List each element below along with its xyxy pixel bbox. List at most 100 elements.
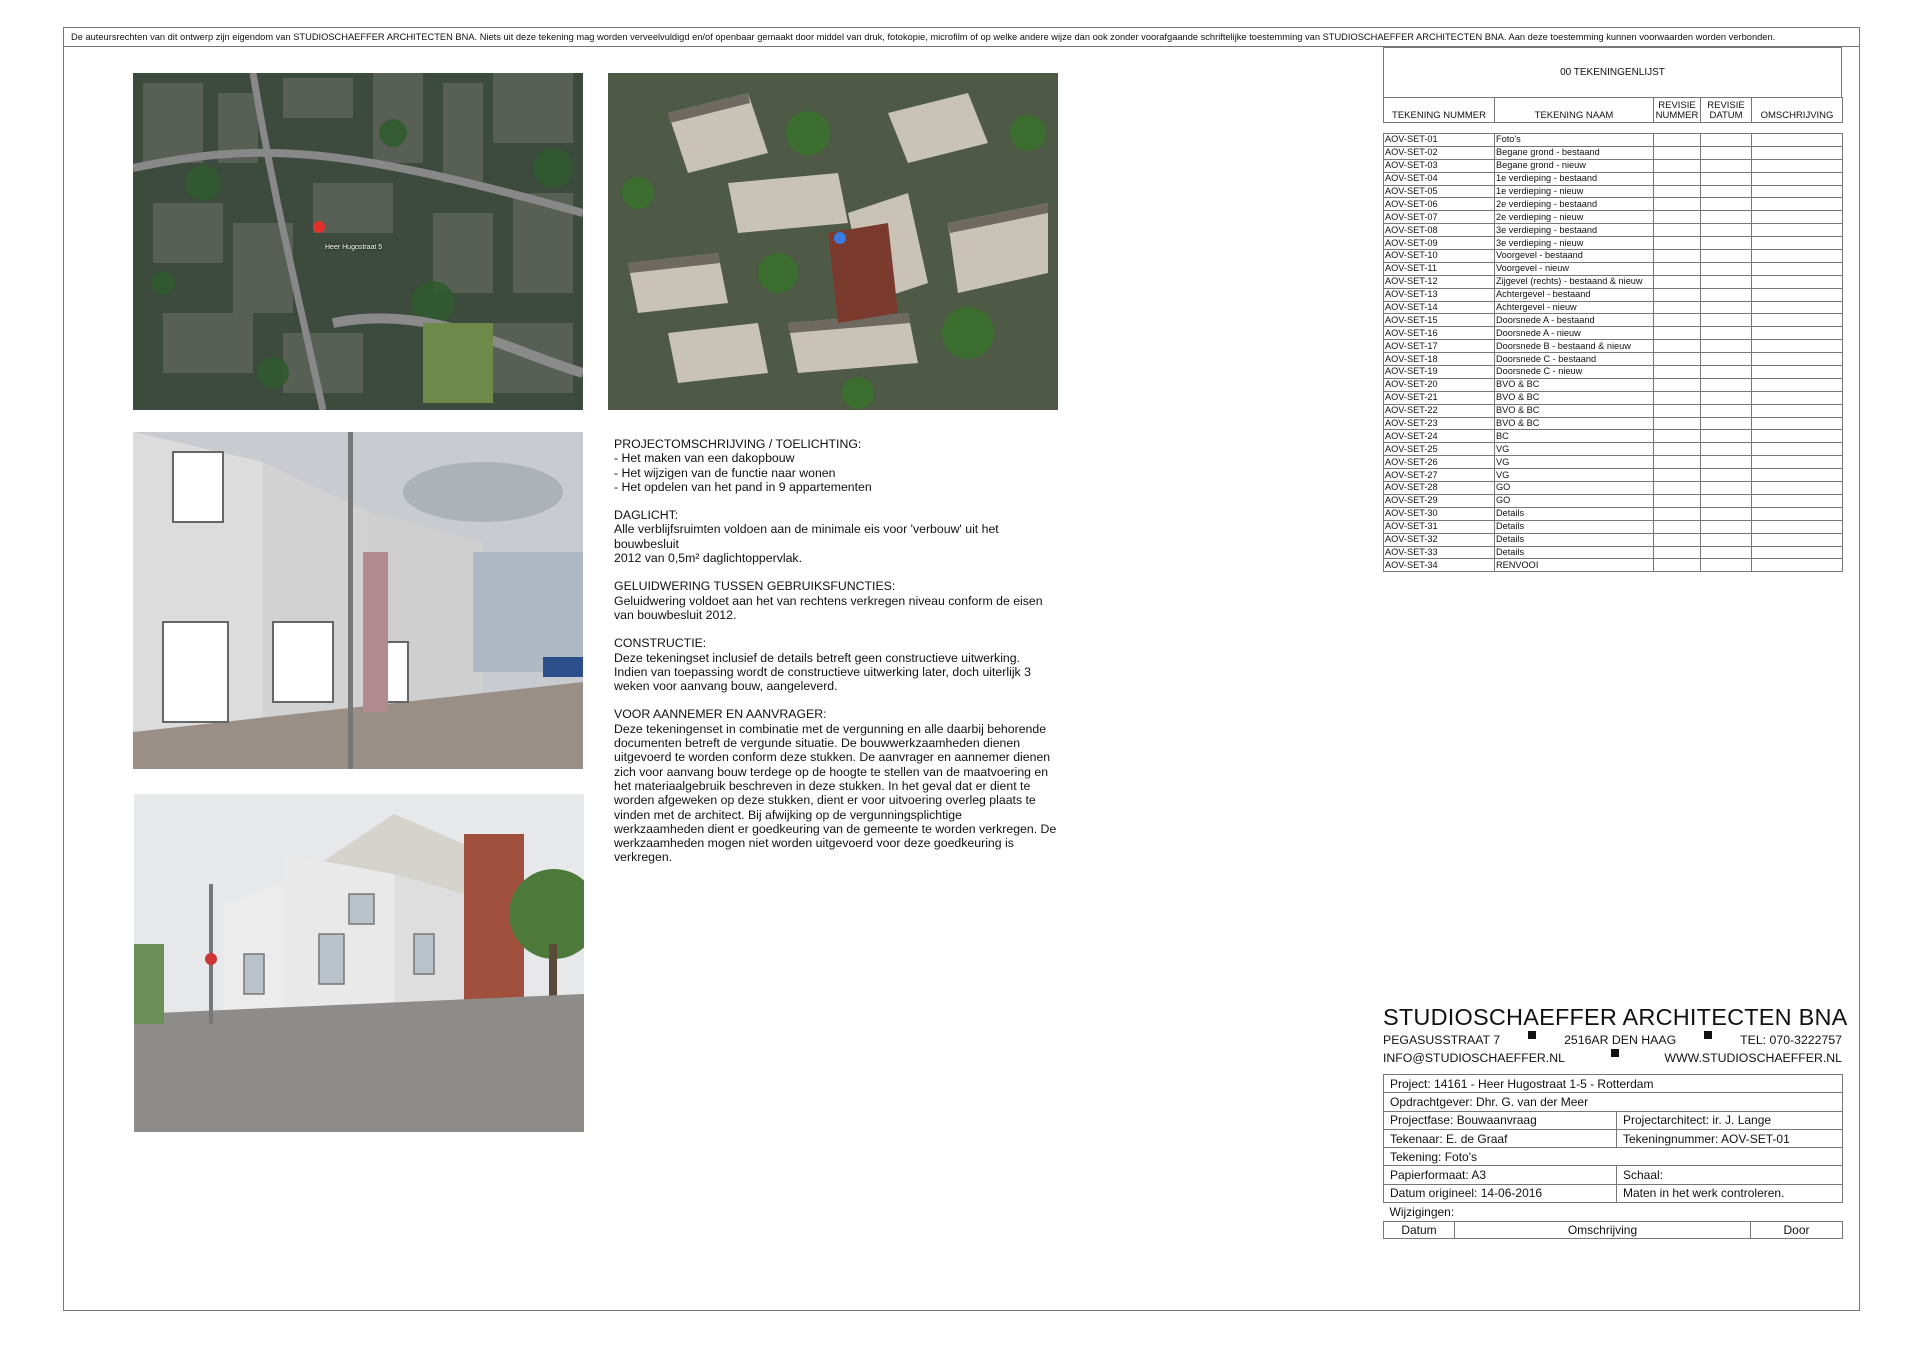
- firm-tel: TEL: 070-3222757: [1740, 1033, 1842, 1047]
- tb-papierformaat: Papierformaat: A3: [1383, 1165, 1617, 1185]
- project-description: PROJECTOMSCHRIJVING / TOELICHTING: - Het…: [614, 437, 1064, 879]
- empty-cell: [1653, 365, 1701, 379]
- empty-cell: [1653, 171, 1701, 186]
- tb-wijzigingen: Wijzigingen:: [1389, 1204, 1455, 1219]
- drawing-name: VG: [1494, 455, 1654, 470]
- empty-cell: [1653, 274, 1701, 289]
- empty-cell: [1751, 197, 1843, 212]
- drawing-list-row: AOV-SET-21 BVO & BC: [1383, 390, 1843, 405]
- drawing-name: Details: [1494, 545, 1654, 560]
- tb-col-datum: Datum: [1383, 1220, 1455, 1239]
- drawing-number: AOV-SET-01: [1383, 133, 1495, 147]
- drawing-name: BVO & BC: [1494, 390, 1654, 405]
- drawing-name: BC: [1494, 429, 1654, 444]
- empty-cell: [1751, 455, 1843, 470]
- firm-street: PEGASUSSTRAAT 7: [1383, 1033, 1501, 1047]
- text-line: Deze tekeningset inclusief de details be…: [614, 650, 1021, 665]
- tb-col-omschrijving: Omschrijving: [1454, 1220, 1751, 1239]
- empty-cell: [1653, 403, 1701, 418]
- tb-datum: Datum origineel: 14-06-2016: [1383, 1183, 1617, 1204]
- drawing-number: AOV-SET-08: [1383, 223, 1495, 238]
- empty-cell: [1700, 545, 1752, 560]
- empty-cell: [1751, 519, 1843, 534]
- empty-cell: [1751, 133, 1843, 147]
- drawing-name: Voorgevel - bestaand: [1494, 249, 1654, 263]
- empty-cell: [1700, 493, 1752, 508]
- drawing-number: AOV-SET-32: [1383, 532, 1495, 547]
- drawing-sheet: De auteursrechten van dit ontwerp zijn e…: [0, 0, 1920, 1357]
- drawing-number: AOV-SET-24: [1383, 429, 1495, 444]
- empty-cell: [1653, 184, 1701, 199]
- title-block: Project: 14161 - Heer Hugostraat 1-5 - R…: [1383, 1073, 1843, 1239]
- drawing-list-row: AOV-SET-34 RENVOOI: [1383, 558, 1843, 573]
- drawing-number: AOV-SET-16: [1383, 326, 1495, 341]
- empty-cell: [1653, 145, 1701, 160]
- text-line: - Het wijzigen van de functie naar wonen: [614, 465, 836, 480]
- empty-cell: [1653, 545, 1701, 560]
- empty-cell: [1653, 519, 1701, 534]
- copyright-notice: De auteursrechten van dit ontwerp zijn e…: [63, 27, 1860, 47]
- section-geluidwering: GELUIDWERING TUSSEN GEBRUIKSFUNCTIES: Ge…: [614, 579, 1064, 622]
- empty-cell: [1751, 558, 1843, 573]
- drawing-number: AOV-SET-09: [1383, 236, 1495, 251]
- drawing-list-row: AOV-SET-09 3e verdieping - nieuw: [1383, 236, 1843, 251]
- empty-cell: [1700, 158, 1752, 173]
- tb-col-door: Door: [1750, 1220, 1843, 1239]
- empty-cell: [1653, 197, 1701, 212]
- empty-cell: [1700, 339, 1752, 354]
- drawing-name: BVO & BC: [1494, 377, 1654, 392]
- tb-opdrachtgever: Opdrachtgever: Dhr. G. van der Meer: [1383, 1092, 1843, 1112]
- drawing-number: AOV-SET-07: [1383, 210, 1495, 225]
- drawing-list-row: AOV-SET-25 VG: [1383, 442, 1843, 457]
- birds-eye-photo: [608, 73, 1058, 410]
- drawing-list-row: AOV-SET-15 Doorsnede A - bestaand: [1383, 313, 1843, 328]
- drawing-name: Details: [1494, 519, 1654, 534]
- header-omschrijving: OMSCHRIJVING: [1751, 97, 1843, 123]
- empty-cell: [1751, 506, 1843, 521]
- drawing-name: Voorgevel - nieuw: [1494, 261, 1654, 276]
- drawing-number: AOV-SET-21: [1383, 390, 1495, 405]
- drawing-name: Zijgevel (rechts) - bestaand & nieuw: [1494, 274, 1654, 289]
- drawing-name: Doorsnede A - nieuw: [1494, 326, 1654, 341]
- drawing-list-row: AOV-SET-20 BVO & BC: [1383, 377, 1843, 392]
- drawing-list-row: AOV-SET-17 Doorsnede B - bestaand & nieuw: [1383, 339, 1843, 354]
- drawing-list-row: AOV-SET-28 GO: [1383, 481, 1843, 495]
- drawing-name: 3e verdieping - nieuw: [1494, 236, 1654, 251]
- empty-cell: [1751, 468, 1843, 483]
- text-line: weken voor aanvang bouw, aangeleverd.: [614, 679, 838, 694]
- drawing-list-row: AOV-SET-16 Doorsnede A - nieuw: [1383, 326, 1843, 341]
- section-project: PROJECTOMSCHRIJVING / TOELICHTING: - Het…: [614, 437, 1064, 494]
- drawing-name: VG: [1494, 442, 1654, 457]
- drawing-number: AOV-SET-11: [1383, 261, 1495, 276]
- drawing-list-row: AOV-SET-32 Details: [1383, 532, 1843, 547]
- empty-cell: [1700, 532, 1752, 547]
- drawing-list-row: AOV-SET-07 2e verdieping - nieuw: [1383, 210, 1843, 225]
- firm-email: INFO@STUDIOSCHAEFFER.NL: [1383, 1051, 1565, 1065]
- drawing-number: AOV-SET-30: [1383, 506, 1495, 521]
- empty-cell: [1653, 133, 1701, 147]
- text-line: van bouwbesluit 2012.: [614, 607, 737, 622]
- section-title: VOOR AANNEMER EN AANVRAGER:: [614, 707, 827, 722]
- aerial-map-photo: Heer Hugostraat 5: [133, 73, 583, 410]
- text-line: bouwbesluit: [614, 536, 679, 551]
- empty-cell: [1653, 210, 1701, 225]
- drawing-list-row: AOV-SET-13 Achtergevel - bestaand: [1383, 287, 1843, 302]
- drawing-list-row: AOV-SET-27 VG: [1383, 468, 1843, 483]
- section-title: CONSTRUCTIE:: [614, 636, 707, 651]
- empty-cell: [1653, 236, 1701, 251]
- empty-cell: [1700, 365, 1752, 379]
- drawing-list-row: AOV-SET-11 Voorgevel - nieuw: [1383, 261, 1843, 276]
- drawing-list-row: AOV-SET-18 Doorsnede C - bestaand: [1383, 352, 1843, 367]
- empty-cell: [1751, 313, 1843, 328]
- drawing-list-row: AOV-SET-02 Begane grond - bestaand: [1383, 145, 1843, 160]
- firm-info: STUDIOSCHAEFFER ARCHITECTEN BNA PEGASUSS…: [1383, 1003, 1847, 1067]
- empty-cell: [1751, 442, 1843, 457]
- empty-cell: [1751, 210, 1843, 225]
- drawing-number: AOV-SET-04: [1383, 171, 1495, 186]
- empty-cell: [1700, 455, 1752, 470]
- tb-maten: Maten in het werk controleren.: [1616, 1183, 1843, 1204]
- firm-web: WWW.STUDIOSCHAEFFER.NL: [1664, 1051, 1842, 1065]
- empty-cell: [1700, 313, 1752, 328]
- empty-cell: [1700, 416, 1752, 431]
- drawing-number: AOV-SET-25: [1383, 442, 1495, 457]
